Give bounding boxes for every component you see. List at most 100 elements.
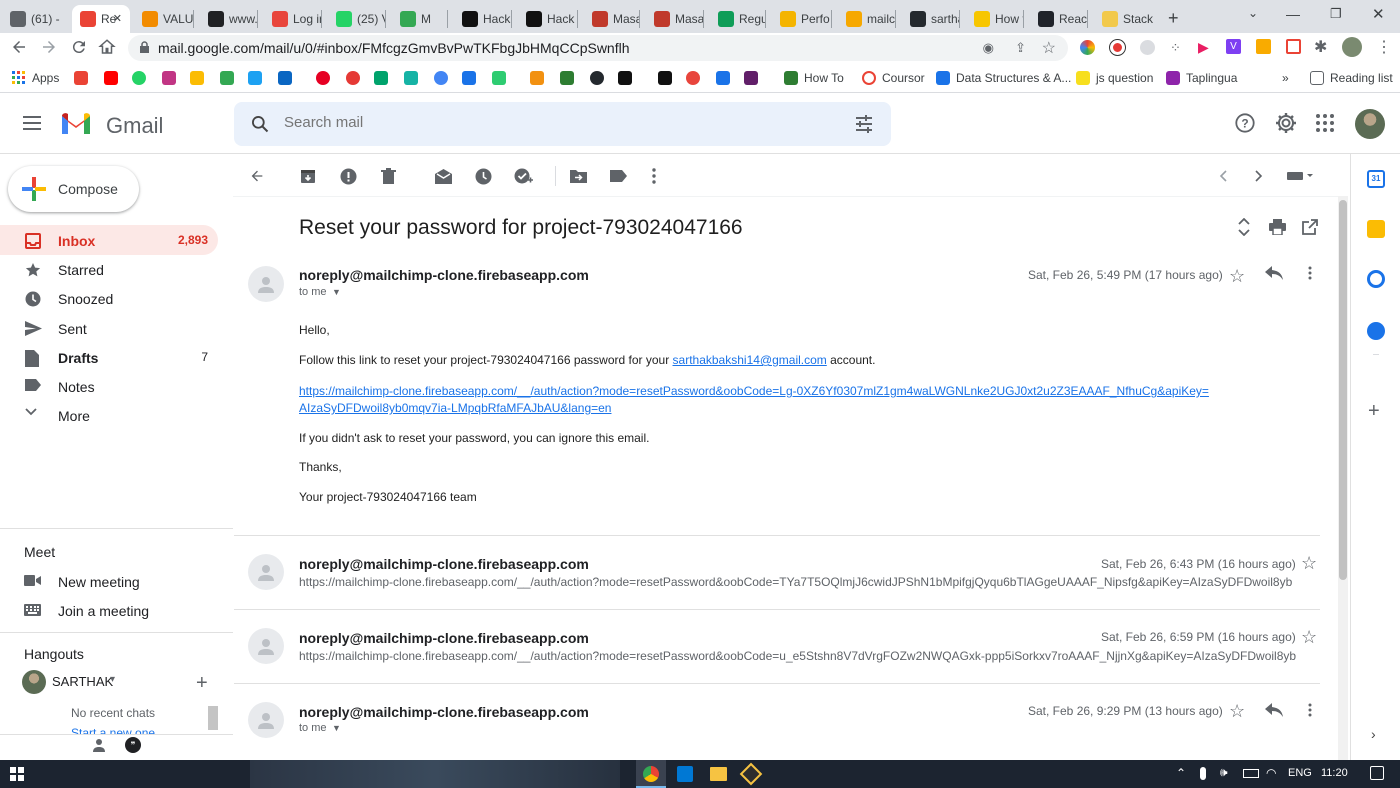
bookmark-record-icon[interactable]	[346, 70, 366, 86]
browser-menu-icon[interactable]: ⋮	[1376, 37, 1392, 57]
extension-edit-icon[interactable]	[1256, 39, 1271, 54]
reading-list[interactable]: Reading list	[1310, 70, 1393, 86]
bookmark-codepen-icon[interactable]	[618, 70, 638, 86]
star-icon[interactable]: ☆	[1229, 266, 1245, 287]
battery-icon[interactable]	[1243, 769, 1259, 778]
browser-tab[interactable]: VALU	[134, 5, 194, 33]
extension-pokeball-icon[interactable]	[1110, 40, 1125, 55]
bookmark-w-icon[interactable]	[560, 70, 580, 86]
browser-tab[interactable]: Masa	[584, 5, 640, 33]
message-more-icon[interactable]	[1308, 266, 1312, 280]
bookmark-instagram-icon[interactable]	[162, 70, 182, 86]
reply-icon[interactable]	[1265, 703, 1283, 717]
bookmark-taplingua[interactable]: Taplingua	[1166, 70, 1237, 86]
close-tab-icon[interactable]: ✕	[113, 12, 122, 25]
sidebar-item-drafts[interactable]: Drafts 7	[0, 342, 218, 372]
compose-button[interactable]: Compose	[8, 166, 139, 212]
star-icon[interactable]: ☆	[1301, 553, 1317, 574]
add-chat-icon[interactable]: +	[196, 672, 208, 695]
bookmark-bug-icon[interactable]	[434, 70, 454, 86]
notification-center-icon[interactable]	[1370, 766, 1384, 780]
report-spam-icon[interactable]	[338, 166, 358, 186]
file-explorer-icon[interactable]	[710, 767, 727, 781]
bookmark-js-question[interactable]: js question	[1076, 70, 1153, 86]
bookmark-star-icon[interactable]: ☆	[1042, 38, 1056, 58]
browser-tab[interactable]: Perfo	[772, 5, 832, 33]
settings-gear-icon[interactable]	[1274, 111, 1298, 135]
bookmark-meet-icon[interactable]	[220, 70, 240, 86]
contacts-person-icon[interactable]	[92, 738, 106, 752]
email-address-link[interactable]: sarthakbakshi14@gmail.com	[673, 353, 827, 367]
browser-tab[interactable]: How t	[966, 5, 1024, 33]
newer-chevron-left-icon[interactable]	[1213, 166, 1233, 186]
home-icon[interactable]	[98, 38, 116, 56]
bookmark-youtube-icon[interactable]	[104, 70, 124, 86]
reset-link[interactable]: https://mailchimp-clone.firebaseapp.com/…	[299, 383, 1209, 417]
keep-icon[interactable]	[1367, 220, 1385, 238]
bookmark-coursor[interactable]: Coursor	[862, 70, 925, 86]
hangouts-quote-icon[interactable]: ❞	[125, 737, 141, 753]
show-details-icon[interactable]: ▼	[332, 723, 341, 733]
bookmark-gmail-icon[interactable]	[74, 70, 94, 86]
browser-tab[interactable]: Regul	[710, 5, 766, 33]
extension-window-icon[interactable]	[1286, 39, 1301, 54]
back-icon[interactable]	[10, 38, 28, 56]
browser-tab[interactable]: Stack	[1094, 5, 1156, 33]
vscode-icon[interactable]	[677, 766, 693, 782]
forward-icon[interactable]	[40, 38, 58, 56]
search-options-icon[interactable]	[854, 114, 874, 134]
mark-unread-icon[interactable]	[433, 166, 453, 186]
bookmark-v-icon[interactable]	[492, 70, 512, 86]
sidebar-item-notes[interactable]: Notes	[0, 371, 218, 401]
volume-icon[interactable]: 🕪	[1220, 765, 1228, 780]
user-dropdown-icon[interactable]: ▾	[110, 674, 115, 685]
sidebar-item-more[interactable]: More	[0, 400, 218, 430]
window-close-icon[interactable]: ✕	[1372, 5, 1385, 23]
join-meeting-link[interactable]: Join a meeting	[58, 603, 149, 619]
bookmark-flag-icon[interactable]	[462, 70, 482, 86]
eye-icon[interactable]: ◉	[983, 40, 994, 56]
extension-gear-icon[interactable]	[1140, 40, 1155, 55]
reply-icon[interactable]	[1265, 266, 1283, 280]
browser-tab[interactable]: sartha	[902, 5, 960, 33]
account-avatar[interactable]	[1355, 109, 1385, 139]
input-tools-keyboard-icon[interactable]	[1283, 166, 1317, 186]
sidebar-item-snoozed[interactable]: Snoozed	[0, 283, 218, 313]
message-snippet[interactable]: https://mailchimp-clone.firebaseapp.com/…	[299, 575, 1319, 589]
search-bar[interactable]	[234, 102, 891, 146]
star-icon[interactable]: ☆	[1301, 627, 1317, 648]
bookmark-drive-icon[interactable]	[190, 70, 210, 86]
bookmark-apps[interactable]: Apps	[12, 70, 59, 86]
url-bar[interactable]: mail.google.com/mail/u/0/#inbox/FMfcgzGm…	[128, 35, 1068, 61]
message-more-icon[interactable]	[1308, 703, 1312, 717]
print-icon[interactable]	[1269, 219, 1286, 235]
chat-scrollbar[interactable]	[208, 706, 218, 730]
page-scrollbar-thumb[interactable]	[1339, 200, 1347, 580]
add-to-tasks-icon[interactable]	[513, 166, 533, 186]
minimize-icon[interactable]: —	[1286, 6, 1300, 22]
browser-tab[interactable]: mailc	[838, 5, 896, 33]
delete-icon[interactable]	[378, 166, 398, 186]
older-chevron-right-icon[interactable]	[1249, 166, 1269, 186]
restore-icon[interactable]: ❐	[1330, 6, 1342, 22]
browser-tab[interactable]: (61) -	[2, 5, 66, 33]
profile-avatar[interactable]	[1342, 37, 1362, 57]
browser-tab[interactable]: Re ✕	[72, 5, 130, 33]
browser-tab[interactable]: Masa	[646, 5, 704, 33]
bookmark-linkedin-icon[interactable]	[278, 70, 298, 86]
bookmark-pma-icon[interactable]	[530, 70, 550, 86]
bookmark-circle-icon[interactable]	[686, 70, 706, 86]
bookmark-whatsapp-icon[interactable]	[132, 70, 152, 86]
extension-dots-icon[interactable]: ⁘	[1170, 40, 1181, 56]
sender-email[interactable]: noreply@mailchimp-clone.firebaseapp.com	[299, 267, 589, 283]
extension-play-icon[interactable]: ▶	[1198, 39, 1209, 56]
sidebar-item-sent[interactable]: Sent	[0, 313, 218, 343]
expand-all-icon[interactable]	[1237, 218, 1251, 236]
help-icon[interactable]: ?	[1234, 112, 1256, 134]
star-icon[interactable]: ☆	[1229, 701, 1245, 722]
extension-color-icon[interactable]	[1080, 40, 1095, 55]
bookmark-cap-icon[interactable]	[716, 70, 736, 86]
browser-tab[interactable]: M	[392, 5, 448, 33]
search-input[interactable]	[284, 114, 784, 131]
browser-tab[interactable]: Hack	[518, 5, 578, 33]
